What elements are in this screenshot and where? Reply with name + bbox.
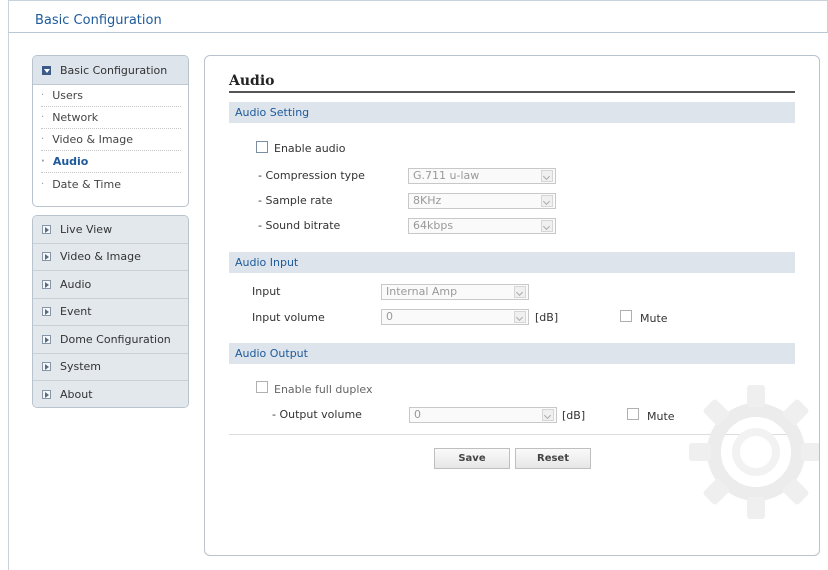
nav-item-label: About <box>60 388 93 402</box>
page-border <box>8 33 9 570</box>
main-panel: Audio Audio Setting Enable audio - Compr… <box>204 55 820 556</box>
output-mute-checkbox[interactable] <box>627 408 639 420</box>
chevron-down-icon <box>542 409 554 421</box>
output-volume-select[interactable]: 0 <box>409 407 557 423</box>
bullet-icon: · <box>41 156 45 167</box>
full-duplex-label: Enable full duplex <box>274 383 373 396</box>
chevron-right-icon <box>42 307 51 317</box>
sound-bitrate-select[interactable]: 64kbps <box>408 218 556 234</box>
save-button[interactable]: Save <box>434 448 510 469</box>
sidebar-section-title: Basic Configuration <box>60 63 168 77</box>
section-audio-input: Audio Input <box>229 252 795 273</box>
sidebar-item-label: Date & Time <box>52 177 121 191</box>
sidebar-item-audio[interactable]: · Audio <box>41 151 181 173</box>
output-volume-value: 0 <box>414 408 421 421</box>
sidebar-basic-config: Basic Configuration · Users · Network · Vid… <box>32 55 189 207</box>
sidebar-item-network[interactable]: · Network <box>41 107 181 129</box>
bullet-icon: · <box>41 134 45 145</box>
nav-item-label: Audio <box>60 277 92 291</box>
sidebar-item-users[interactable]: · Users <box>41 85 181 107</box>
chevron-down-icon <box>541 220 553 232</box>
nav-item-system[interactable]: System <box>33 353 188 381</box>
output-volume-unit: [dB] <box>562 409 586 422</box>
nav-item-about[interactable]: About <box>33 381 188 407</box>
sidebar-item-label: Audio <box>52 155 89 168</box>
nav-item-label: Dome Configuration <box>60 332 171 346</box>
enable-audio-label: Enable audio <box>274 142 346 155</box>
chevron-down-icon <box>42 65 51 75</box>
nav-item-label: Event <box>60 305 92 319</box>
section-audio-setting: Audio Setting <box>229 102 795 123</box>
input-volume-label: Input volume <box>252 311 325 324</box>
full-duplex-checkbox[interactable] <box>256 381 268 393</box>
nav-item-live-view[interactable]: Live View <box>33 216 188 244</box>
chevron-right-icon <box>42 252 51 262</box>
sample-rate-label: - Sample rate <box>258 194 333 207</box>
input-volume-select[interactable]: 0 <box>381 309 529 325</box>
nav-item-audio[interactable]: Audio <box>33 271 188 299</box>
bullet-icon: · <box>41 178 45 190</box>
output-mute-label: Mute <box>647 410 675 423</box>
sound-bitrate-value: 64kbps <box>413 219 454 232</box>
sidebar-item-date-time[interactable]: · Date & Time <box>41 173 181 195</box>
sample-rate-value: 8KHz <box>413 194 442 207</box>
input-volume-unit: [dB] <box>535 311 559 324</box>
nav-item-label: Live View <box>60 222 113 236</box>
reset-button[interactable]: Reset <box>515 448 591 469</box>
chevron-right-icon <box>42 279 51 289</box>
top-header: Basic Configuration <box>8 0 828 33</box>
input-mute-label: Mute <box>640 312 668 325</box>
chevron-right-icon <box>42 390 51 400</box>
sidebar-item-label: Video & Image <box>52 133 134 146</box>
sidebar-nav: Live View Video & Image Audio Event Dome… <box>32 215 189 408</box>
nav-item-label: System <box>60 360 102 374</box>
chevron-right-icon <box>42 334 51 344</box>
compression-type-select[interactable]: G.711 u-law <box>408 168 556 184</box>
input-mute-checkbox[interactable] <box>620 310 632 322</box>
chevron-right-icon <box>42 224 51 234</box>
sidebar-item-label: Users <box>52 89 83 102</box>
nav-item-label: Video & Image <box>60 250 141 264</box>
output-volume-label: - Output volume <box>272 408 362 421</box>
sidebar-item-label: Network <box>52 111 99 124</box>
input-value: Internal Amp <box>386 285 458 298</box>
input-volume-value: 0 <box>386 310 393 323</box>
nav-item-event[interactable]: Event <box>33 298 188 326</box>
chevron-down-icon <box>514 286 526 298</box>
input-select[interactable]: Internal Amp <box>381 284 529 300</box>
chevron-right-icon <box>42 362 51 372</box>
chevron-down-icon <box>541 195 553 207</box>
sidebar-section-header[interactable]: Basic Configuration <box>33 56 188 85</box>
sample-rate-select[interactable]: 8KHz <box>408 193 556 209</box>
nav-item-dome-configuration[interactable]: Dome Configuration <box>33 326 188 354</box>
gear-icon <box>689 385 819 519</box>
page-title: Audio <box>229 73 275 89</box>
title-divider <box>229 91 795 93</box>
enable-audio-checkbox[interactable] <box>256 141 268 153</box>
bullet-icon: · <box>41 90 45 101</box>
compression-type-value: G.711 u-law <box>413 169 480 182</box>
chevron-down-icon <box>514 311 526 323</box>
bullet-icon: · <box>41 112 45 123</box>
nav-item-video-image[interactable]: Video & Image <box>33 243 188 271</box>
chevron-down-icon <box>541 170 553 182</box>
sound-bitrate-label: - Sound bitrate <box>258 219 341 232</box>
sidebar-item-video-image[interactable]: · Video & Image <box>41 129 181 151</box>
compression-type-label: - Compression type <box>258 169 365 182</box>
header-title: Basic Configuration <box>35 13 162 28</box>
section-audio-output: Audio Output <box>229 343 795 364</box>
input-label: Input <box>252 285 281 298</box>
